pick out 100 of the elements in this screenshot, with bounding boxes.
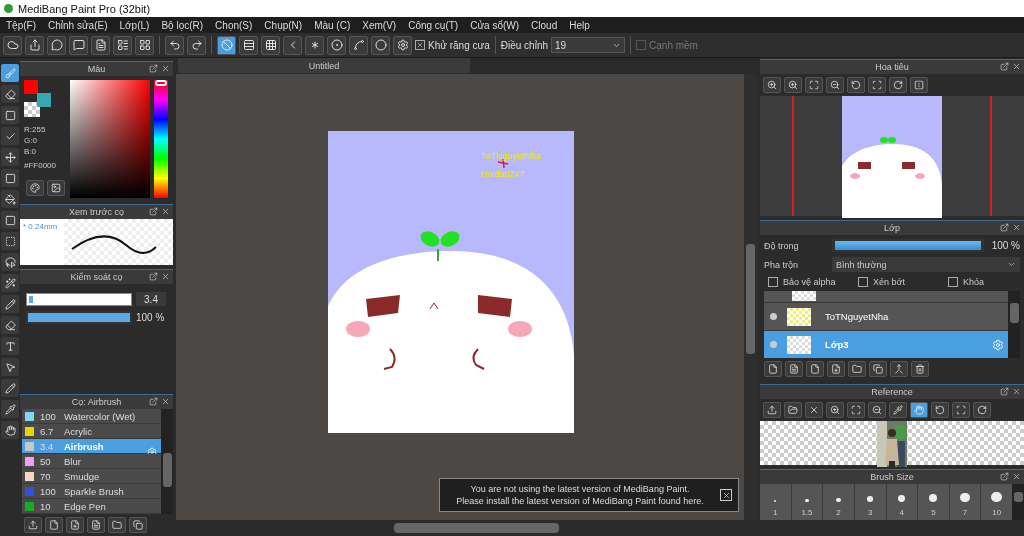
- navigator-button[interactable]: [763, 77, 781, 93]
- update-notification[interactable]: You are not using the latest version of MediBang Paint. Please install the latest version of MediBang Paint found here.: [439, 478, 739, 512]
- menu-item[interactable]: Lớp(L): [113, 19, 156, 31]
- layer-button[interactable]: [806, 361, 824, 377]
- navigator-button[interactable]: [910, 77, 928, 93]
- tool-button[interactable]: [1, 106, 19, 124]
- color-swatch[interactable]: [24, 80, 38, 94]
- menu-item[interactable]: Xem(V): [356, 19, 403, 31]
- snap-button[interactable]: [261, 35, 280, 55]
- brush-size-cell[interactable]: 1: [760, 484, 791, 520]
- layer-button[interactable]: [785, 361, 803, 377]
- toolbar-button[interactable]: [91, 35, 110, 55]
- tool-button[interactable]: [1, 379, 19, 397]
- brush-item[interactable]: 100 Sparkle Brush: [22, 484, 161, 499]
- menu-item[interactable]: Công cụ(T): [402, 19, 465, 31]
- brush-size-cell[interactable]: 3: [854, 484, 886, 520]
- blend-mode-dropdown[interactable]: Bình thường: [832, 257, 1020, 272]
- navigator-button[interactable]: [826, 77, 844, 93]
- brush-size-cell[interactable]: 10: [981, 484, 1012, 520]
- navigator-button[interactable]: [889, 77, 907, 93]
- color-swatch[interactable]: [37, 93, 51, 107]
- menu-item[interactable]: Bộ lọc(R): [155, 19, 210, 31]
- redo-button[interactable]: [187, 35, 206, 55]
- correction-dropdown[interactable]: 19: [551, 37, 626, 53]
- tool-button[interactable]: [1, 274, 19, 292]
- brush-item[interactable]: 50 Blur: [22, 454, 161, 469]
- brush-item[interactable]: 6.7 Acrylic: [22, 424, 161, 439]
- tool-button[interactable]: [1, 85, 19, 103]
- undo-button[interactable]: [165, 35, 184, 55]
- scrollbar[interactable]: [1008, 291, 1020, 358]
- tool-button[interactable]: [1, 421, 19, 439]
- brush-list-button[interactable]: [45, 517, 63, 533]
- menu-item[interactable]: Help: [563, 19, 596, 31]
- layer-button[interactable]: [848, 361, 866, 377]
- menu-item[interactable]: Chọn(S): [209, 19, 259, 31]
- reference-button[interactable]: [763, 402, 781, 418]
- brush-size-slider[interactable]: [26, 292, 132, 306]
- tool-button[interactable]: [1, 169, 19, 187]
- layer-button[interactable]: [827, 361, 845, 377]
- snap-button[interactable]: [327, 35, 346, 55]
- reference-button[interactable]: [931, 402, 949, 418]
- toolbar-button[interactable]: [135, 35, 154, 55]
- tool-button[interactable]: [1, 148, 19, 166]
- brush-list-button[interactable]: [24, 517, 42, 533]
- tool-button[interactable]: [1, 295, 19, 313]
- brush-size-cell[interactable]: 4: [886, 484, 918, 520]
- reference-button[interactable]: [889, 402, 907, 418]
- close-button[interactable]: [720, 489, 732, 501]
- transparent-swatch[interactable]: [24, 102, 40, 117]
- layer-button[interactable]: [764, 361, 782, 377]
- menu-item[interactable]: Chụp(N): [258, 19, 309, 31]
- navigator-button[interactable]: [847, 77, 865, 93]
- menu-item[interactable]: Tệp(F): [0, 19, 42, 31]
- reference-button[interactable]: [784, 402, 802, 418]
- reference-button[interactable]: [805, 402, 823, 418]
- toolbar-button[interactable]: [69, 35, 88, 55]
- checkbox[interactable]: [768, 277, 778, 287]
- menu-item[interactable]: Cửa sổ(W): [464, 19, 526, 31]
- navigator-button[interactable]: [784, 77, 802, 93]
- reference-button[interactable]: [826, 402, 844, 418]
- hue-slider[interactable]: [154, 80, 168, 198]
- menu-item[interactable]: Màu (C): [308, 19, 357, 31]
- color-settings-button[interactable]: [47, 180, 65, 196]
- snap-button[interactable]: [393, 35, 412, 55]
- brush-item[interactable]: 70 Smudge: [22, 469, 161, 484]
- snap-button[interactable]: [371, 35, 390, 55]
- brush-size-value[interactable]: 3.4: [136, 292, 166, 306]
- tool-button[interactable]: [1, 127, 19, 145]
- brush-list-button[interactable]: [108, 517, 126, 533]
- tool-button[interactable]: [1, 358, 19, 376]
- palette-button[interactable]: [26, 180, 44, 196]
- saturation-value-picker[interactable]: [70, 80, 150, 198]
- layer-row[interactable]: ToTNguyetNha: [764, 302, 1008, 330]
- toolbar-button[interactable]: [3, 35, 22, 55]
- menu-item[interactable]: Cloud: [525, 19, 564, 31]
- snap-button[interactable]: [305, 35, 324, 55]
- snap-button[interactable]: [349, 35, 368, 55]
- scrollbar[interactable]: [1012, 484, 1024, 520]
- scrollbar[interactable]: [161, 409, 173, 514]
- brush-size-cell[interactable]: 5: [918, 484, 949, 520]
- brush-list-button[interactable]: [87, 517, 105, 533]
- slider-thumb[interactable]: [155, 80, 167, 86]
- tool-button[interactable]: [1, 316, 19, 334]
- brush-item[interactable]: 100 Watercolor (Wet): [22, 409, 161, 424]
- reference-button[interactable]: [952, 402, 970, 418]
- reference-button[interactable]: [910, 402, 928, 418]
- checkbox[interactable]: [858, 277, 868, 287]
- snap-button[interactable]: [217, 35, 236, 55]
- toolbar-button[interactable]: [47, 35, 66, 55]
- brush-size-cell[interactable]: 2: [823, 484, 854, 520]
- reference-button[interactable]: [847, 402, 865, 418]
- checkbox[interactable]: [415, 40, 425, 50]
- tool-button[interactable]: [1, 211, 19, 229]
- layer-button[interactable]: [890, 361, 908, 377]
- reference-button[interactable]: [868, 402, 886, 418]
- layer-button[interactable]: [869, 361, 887, 377]
- toolbar-button[interactable]: [25, 35, 44, 55]
- navigator-button[interactable]: [805, 77, 823, 93]
- tool-button[interactable]: [1, 253, 19, 271]
- tool-button[interactable]: [1, 190, 19, 208]
